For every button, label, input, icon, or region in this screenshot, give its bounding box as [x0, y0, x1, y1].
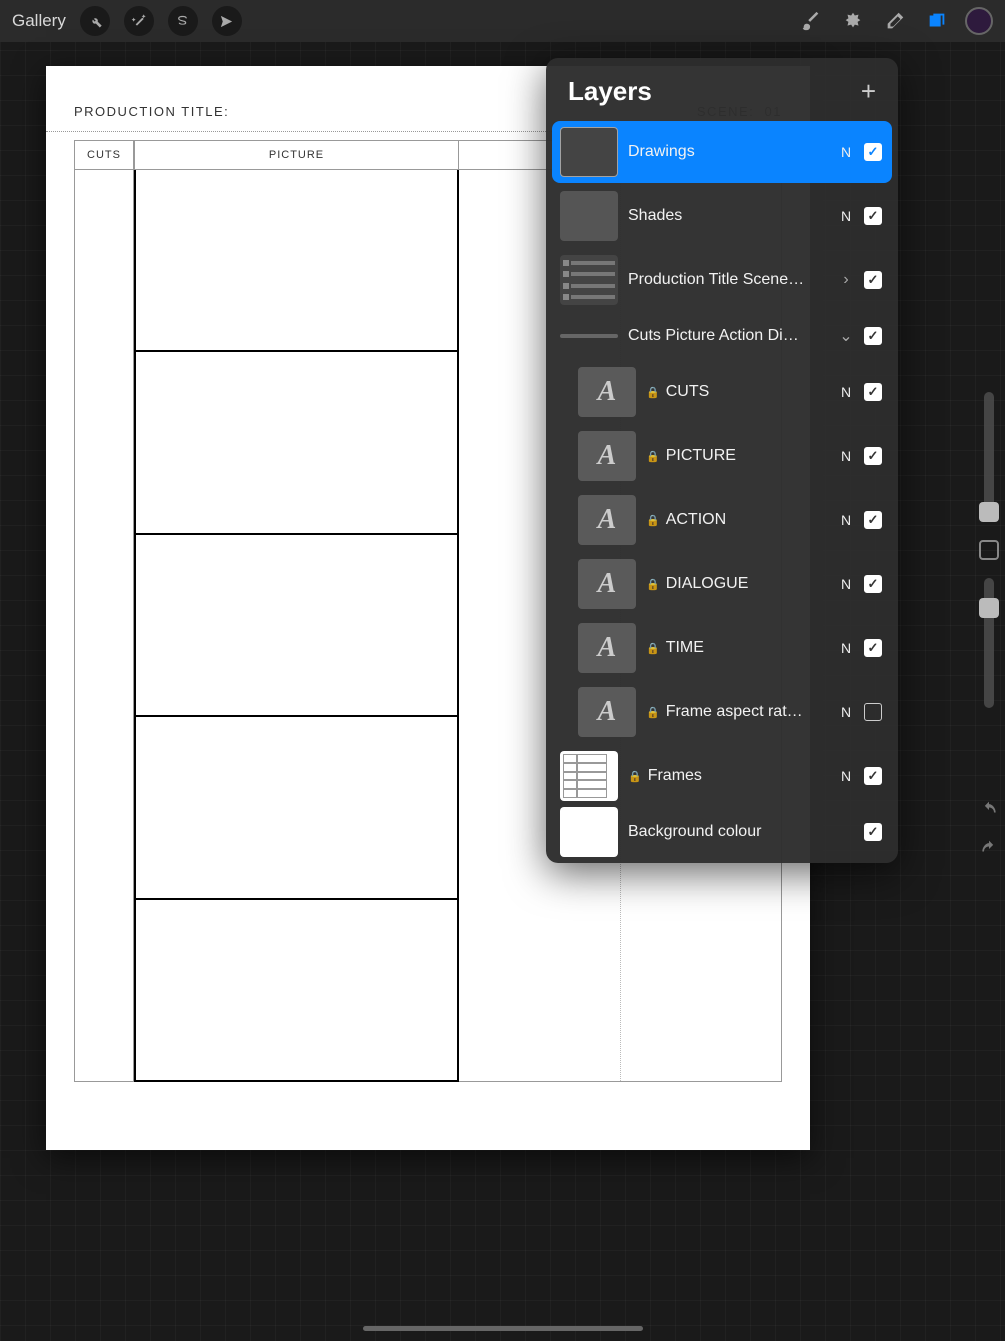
layer-name: 🔒PICTURE	[646, 447, 828, 465]
layers-panel-title: Layers	[568, 76, 652, 107]
blend-mode-indicator[interactable]: N	[838, 448, 854, 464]
blend-mode-indicator[interactable]: N	[838, 144, 854, 160]
picture-column	[134, 170, 459, 1082]
layer-name: Production Title Scene…	[628, 271, 828, 289]
blend-mode-indicator[interactable]: N	[838, 640, 854, 656]
layers-icon[interactable]	[923, 7, 951, 35]
storyboard-frame	[136, 535, 457, 717]
storyboard-frame	[136, 352, 457, 534]
layer-row[interactable]: Cuts Picture Action Di… ⌄	[552, 313, 892, 359]
opacity-slider[interactable]	[984, 578, 994, 708]
lock-icon: 🔒	[646, 514, 660, 527]
visibility-checkbox[interactable]	[864, 447, 882, 465]
visibility-checkbox[interactable]	[864, 327, 882, 345]
layer-name: Shades	[628, 207, 828, 225]
blend-mode-indicator[interactable]: N	[838, 208, 854, 224]
layer-row[interactable]: Drawings N	[552, 121, 892, 183]
adjustments-wand-icon[interactable]	[124, 6, 154, 36]
add-layer-button[interactable]: +	[861, 76, 876, 107]
transform-arrow-icon[interactable]	[212, 6, 242, 36]
visibility-checkbox[interactable]	[864, 271, 882, 289]
actions-wrench-icon[interactable]	[80, 6, 110, 36]
gallery-button[interactable]: Gallery	[12, 11, 66, 31]
layer-row[interactable]: A 🔒TIME N	[552, 617, 892, 679]
blend-mode-indicator[interactable]: N	[838, 384, 854, 400]
visibility-checkbox[interactable]	[864, 511, 882, 529]
layer-thumbnail[interactable]	[560, 191, 618, 241]
right-sidebar	[973, 392, 1005, 708]
storyboard-frame	[136, 170, 457, 352]
col-header-cuts: CUTS	[74, 140, 134, 170]
blend-mode-indicator[interactable]: N	[838, 576, 854, 592]
storyboard-frame	[136, 717, 457, 899]
undo-icon[interactable]	[979, 800, 999, 825]
color-picker-button[interactable]	[965, 7, 993, 35]
blend-mode-indicator[interactable]: N	[838, 512, 854, 528]
layer-name: 🔒DIALOGUE	[646, 575, 828, 593]
col-header-picture: PICTURE	[134, 140, 459, 170]
lock-icon: 🔒	[646, 578, 660, 591]
blend-mode-indicator[interactable]: N	[838, 768, 854, 784]
layer-row[interactable]: A 🔒PICTURE N	[552, 425, 892, 487]
layer-row[interactable]: A 🔒ACTION N	[552, 489, 892, 551]
redo-icon[interactable]	[979, 839, 999, 864]
layer-name: 🔒Frame aspect rat…	[646, 703, 828, 721]
chevron-right-icon[interactable]: ›	[838, 271, 854, 289]
lock-icon: 🔒	[646, 642, 660, 655]
layer-thumbnail[interactable]: A	[578, 559, 636, 609]
production-title-label: PRODUCTION TITLE:	[74, 104, 229, 119]
layer-row[interactable]: A 🔒Frame aspect rat… N	[552, 681, 892, 743]
layer-row[interactable]: 🔒Frames N	[552, 745, 892, 807]
visibility-checkbox[interactable]	[864, 703, 882, 721]
lock-icon: 🔒	[646, 706, 660, 719]
layer-name: Drawings	[628, 143, 828, 161]
lock-icon: 🔒	[646, 386, 660, 399]
layer-thumbnail[interactable]	[560, 751, 618, 801]
visibility-checkbox[interactable]	[864, 767, 882, 785]
brush-size-slider[interactable]	[984, 392, 994, 522]
layer-name: Background colour	[628, 823, 828, 841]
top-toolbar: Gallery	[0, 0, 1005, 42]
lock-icon: 🔒	[646, 450, 660, 463]
cuts-column	[74, 170, 134, 1082]
layer-row[interactable]: Background colour	[552, 809, 892, 855]
brush-icon[interactable]	[797, 7, 825, 35]
layer-thumbnail[interactable]	[560, 807, 618, 857]
layer-row[interactable]: Shades N	[552, 185, 892, 247]
layer-name: 🔒CUTS	[646, 383, 828, 401]
selection-s-icon[interactable]	[168, 6, 198, 36]
layer-thumbnail[interactable]: A	[578, 495, 636, 545]
group-collapse-line	[560, 334, 618, 338]
visibility-checkbox[interactable]	[864, 207, 882, 225]
layer-thumbnail[interactable]	[560, 255, 618, 305]
layer-name: 🔒Frames	[628, 767, 828, 785]
lock-icon: 🔒	[628, 770, 642, 783]
layer-name: Cuts Picture Action Di…	[628, 327, 828, 345]
layer-thumbnail[interactable]: A	[578, 623, 636, 673]
visibility-checkbox[interactable]	[864, 575, 882, 593]
layer-thumbnail[interactable]	[560, 127, 618, 177]
blend-mode-indicator[interactable]: N	[838, 704, 854, 720]
layer-row[interactable]: A 🔒CUTS N	[552, 361, 892, 423]
eraser-icon[interactable]	[881, 7, 909, 35]
layer-name: 🔒TIME	[646, 639, 828, 657]
visibility-checkbox[interactable]	[864, 823, 882, 841]
visibility-checkbox[interactable]	[864, 383, 882, 401]
layers-panel: Layers + Drawings N Shades N Production Titl…	[546, 58, 898, 863]
eyedropper-button[interactable]	[979, 540, 999, 560]
home-indicator	[363, 1326, 643, 1331]
layer-name: 🔒ACTION	[646, 511, 828, 529]
layer-row[interactable]: Production Title Scene… ›	[552, 249, 892, 311]
layer-thumbnail[interactable]: A	[578, 367, 636, 417]
storyboard-frame	[136, 900, 457, 1080]
layer-thumbnail[interactable]: A	[578, 687, 636, 737]
smudge-icon[interactable]	[839, 7, 867, 35]
chevron-down-icon[interactable]: ⌄	[838, 326, 854, 346]
visibility-checkbox[interactable]	[864, 639, 882, 657]
layer-thumbnail[interactable]: A	[578, 431, 636, 481]
undo-redo-group	[979, 800, 999, 864]
visibility-checkbox[interactable]	[864, 143, 882, 161]
layer-row[interactable]: A 🔒DIALOGUE N	[552, 553, 892, 615]
